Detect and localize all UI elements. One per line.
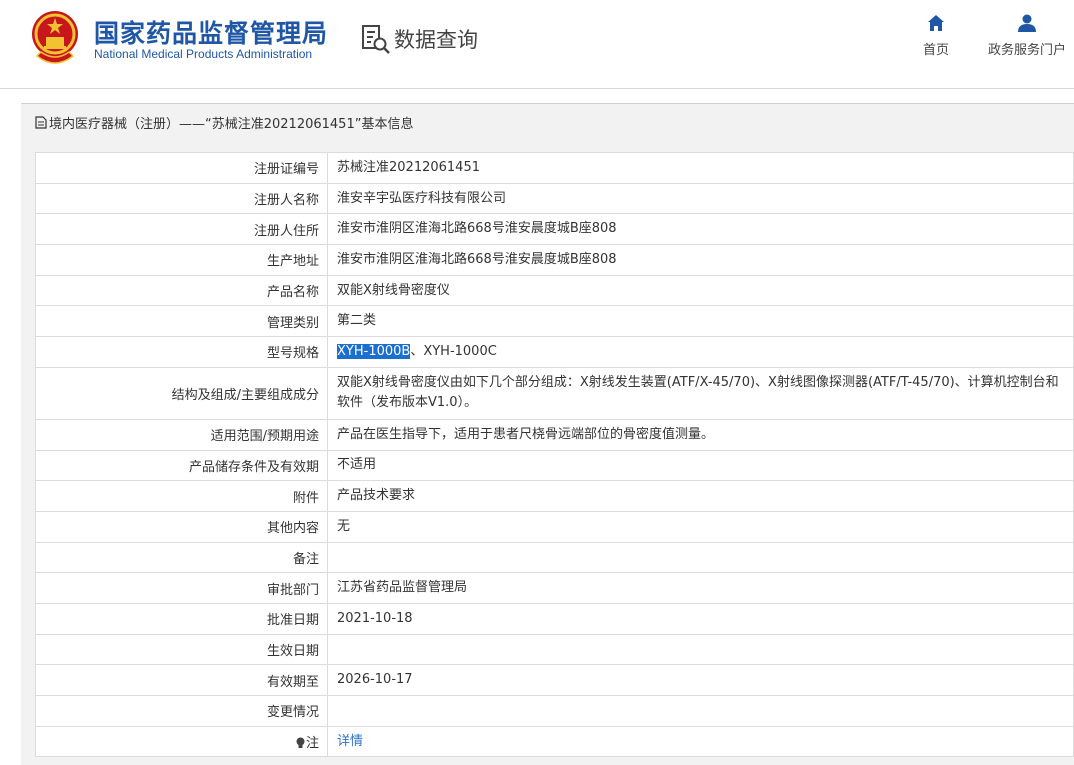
table-row: 适用范围/预期用途 产品在医生指导下，适用于患者尺桡骨远端部位的骨密度值测量。 <box>35 418 1074 451</box>
row-label: 附件 <box>35 480 328 512</box>
row-value: 苏械注准20212061451 <box>327 152 1074 184</box>
table-row: 审批部门 江苏省药品监督管理局 <box>35 572 1074 604</box>
note-label: 注 <box>305 736 319 752</box>
row-label: 生效日期 <box>35 633 328 666</box>
table-row: 附件 产品技术要求 <box>35 480 1074 512</box>
row-value: 不适用 <box>327 449 1074 482</box>
row-label-note: 注 <box>35 725 328 758</box>
document-icon <box>35 116 47 129</box>
row-label: 有效期至 <box>35 664 328 696</box>
site-title: 国家药品监督管理局 <box>94 19 329 48</box>
table-row: 注册证编号 苏械注准20212061451 <box>35 152 1074 184</box>
row-label: 产品储存条件及有效期 <box>35 449 328 482</box>
row-value <box>327 633 1074 666</box>
row-value <box>327 695 1074 727</box>
row-value: 产品技术要求 <box>327 480 1074 512</box>
lightbulb-icon <box>296 737 305 749</box>
row-value-rest: 、XYH-1000C <box>410 343 497 359</box>
table-row: 产品储存条件及有效期 不适用 <box>35 449 1074 482</box>
home-icon <box>928 15 944 31</box>
data-query-title: 数据查询 <box>362 22 478 56</box>
row-label: 备注 <box>35 541 328 574</box>
site-header: 国家药品监督管理局 National Medical Products Admi… <box>0 0 1074 89</box>
row-value: 淮安市淮阴区淮海北路668号淮安晨度城B座808 <box>327 213 1074 246</box>
row-value: 双能X射线骨密度仪 <box>327 274 1074 307</box>
table-row: 其他内容无 <box>35 510 1074 543</box>
table-row: 有效期至 2026-10-17 <box>35 664 1074 696</box>
table-row: 产品名称 双能X射线骨密度仪 <box>35 274 1074 307</box>
row-label: 审批部门 <box>35 572 328 604</box>
row-value: 无 <box>327 510 1074 543</box>
nav-home-label: 首页 <box>922 43 949 58</box>
registration-info-table: 注册证编号 苏械注准20212061451 注册人名称 淮安辛宇弘医疗科技有限公司 … <box>35 152 1074 758</box>
row-value: 产品在医生指导下，适用于患者尺桡骨远端部位的骨密度值测量。 <box>327 418 1074 451</box>
row-value <box>327 541 1074 574</box>
data-query-label: 数据查询 <box>394 28 478 52</box>
selected-text[interactable]: XYH-1000B <box>337 343 411 359</box>
row-label: 结构及组成/主要组成成分 <box>35 366 328 420</box>
table-row: 批准日期 2021-10-18 <box>35 602 1074 635</box>
table-row: 生效日期 <box>35 633 1074 666</box>
row-value: 2021-10-18 <box>327 602 1074 635</box>
row-label: 批准日期 <box>35 602 328 635</box>
row-value: 江苏省药品监督管理局 <box>327 572 1074 604</box>
table-row: 结构及组成/主要组成成分 双能X射线骨密度仪由如下几个部分组成：X射线发生装置(A… <box>35 366 1074 420</box>
row-label: 管理类别 <box>35 305 328 338</box>
nav-service-portal-label: 政务服务门户 <box>987 43 1066 58</box>
row-value: 第二类 <box>327 305 1074 338</box>
national-emblem-icon <box>32 11 78 64</box>
user-icon <box>1018 14 1036 32</box>
row-value: 双能X射线骨密度仪由如下几个部分组成：X射线发生装置(ATF/X-45/70)、… <box>327 366 1074 420</box>
breadcrumb-text: 境内医疗器械（注册）——“苏械注准20212061451”基本信息 <box>49 117 414 132</box>
nav-service-portal[interactable]: 政务服务门户 <box>986 14 1068 58</box>
table-row: 注册人名称 淮安辛宇弘医疗科技有限公司 <box>35 182 1074 215</box>
detail-panel: 境内医疗器械（注册）——“苏械注准20212061451”基本信息 注册证编号苏… <box>21 103 1074 765</box>
table-row: 型号规格 XYH-1000B、XYH-1000C <box>35 336 1074 368</box>
row-value: 2026-10-17 <box>327 664 1074 696</box>
row-label: 生产地址 <box>35 244 328 276</box>
table-row: 注 详情 <box>35 725 1074 758</box>
data-search-icon <box>362 25 390 54</box>
row-label: 产品名称 <box>35 274 328 307</box>
site-subtitle: National Medical Products Administration <box>94 47 313 61</box>
breadcrumb: 境内医疗器械（注册）——“苏械注准20212061451”基本信息 <box>35 113 413 132</box>
table-row: 管理类别 第二类 <box>35 305 1074 338</box>
details-link[interactable]: 详情 <box>337 734 363 749</box>
row-label: 型号规格 <box>35 336 328 368</box>
table-row: 变更情况 <box>35 695 1074 727</box>
row-value: 淮安市淮阴区淮海北路668号淮安晨度城B座808 <box>327 244 1074 276</box>
row-value: XYH-1000B、XYH-1000C <box>327 336 1074 368</box>
table-row: 备注 <box>35 541 1074 574</box>
row-label: 注册证编号 <box>35 152 328 184</box>
nav-home[interactable]: 首页 <box>918 14 954 58</box>
row-label: 变更情况 <box>35 695 328 727</box>
row-label: 其他内容 <box>35 510 328 543</box>
row-label: 注册人住所 <box>35 213 328 246</box>
row-value: 淮安辛宇弘医疗科技有限公司 <box>327 182 1074 215</box>
table-row: 注册人住所 淮安市淮阴区淮海北路668号淮安晨度城B座808 <box>35 213 1074 246</box>
row-label: 注册人名称 <box>35 182 328 215</box>
table-row: 生产地址 淮安市淮阴区淮海北路668号淮安晨度城B座808 <box>35 244 1074 276</box>
row-label: 适用范围/预期用途 <box>35 418 328 451</box>
row-value: 详情 <box>327 725 1074 758</box>
